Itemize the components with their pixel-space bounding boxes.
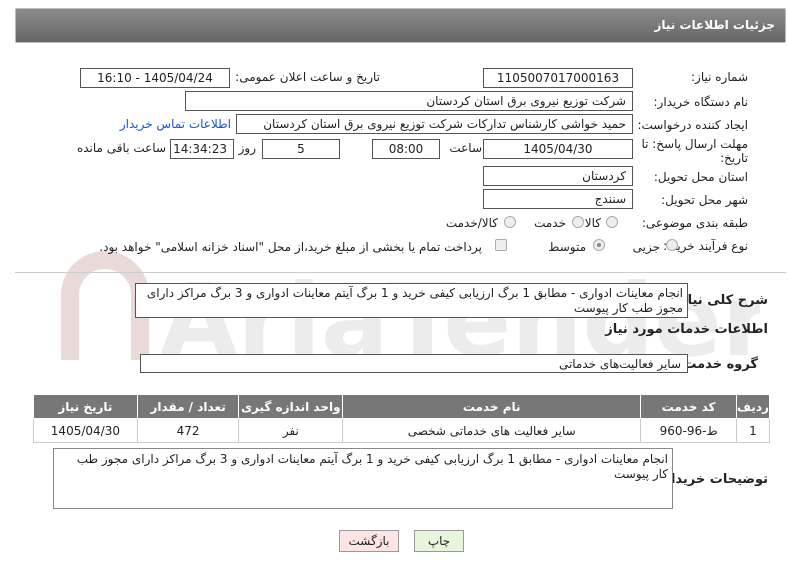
category-option-service: خدمت [534,216,566,230]
cell-service-name: سایر فعالیت های خدماتی شخصی [342,418,642,443]
process-option-minor: جزیی [632,240,660,254]
announce-field: 1405/04/24 - 16:10 [80,68,230,88]
services-section-title: اطلاعات خدمات مورد نیاز [605,322,768,337]
buyer-org-label: نام دستگاه خریدار: [653,95,749,109]
category-radio-service[interactable] [572,216,584,228]
services-table: ردیف کد خدمت نام خدمت واحد اندازه گیری ت… [33,394,771,443]
col-row-number: ردیف [735,394,771,419]
need-number-label: شماره نیاز: [691,70,748,84]
category-label: طبقه بندی موضوعی: [641,216,748,230]
category-radio-goods-service[interactable] [504,216,516,228]
contact-buyer-link[interactable]: اطلاعات تماس خریدار [120,117,231,131]
process-option-medium: متوسط [548,240,586,254]
buyer-notes-label: توضیحات خریدار: [658,472,768,487]
payment-note: پرداخت تمام یا بخشی از مبلغ خرید،از محل … [99,240,482,254]
deadline-label-2: تاریخ: [720,151,748,165]
city-field: سنندج [483,189,633,209]
category-option-goods: کالا [584,216,601,230]
category-radio-goods[interactable] [606,216,618,228]
col-quantity: تعداد / مقدار [136,394,240,419]
remaining-time-field: 14:34:23 [170,139,234,159]
col-need-date: تاریخ نیاز [33,394,138,419]
summary-text: انجام معاینات ادواری - مطابق 1 برگ ارزیا… [135,283,688,318]
days-field: 5 [262,139,340,159]
deadline-time-field: 08:00 [372,139,440,159]
cell-unit: نفر [238,418,344,443]
service-group-label: گروه خدمت: [678,357,758,372]
divider [15,272,786,273]
process-radio-minor[interactable] [666,239,678,251]
table-row: 1 ط-96-960 سایر فعالیت های خدماتی شخصی ن… [33,418,771,443]
header-panel: جزئیات اطلاعات نیاز [15,8,786,43]
process-radio-medium[interactable] [593,239,605,251]
province-field: کردستان [483,166,633,186]
requester-field: حمید خواشی کارشناس تدارکات شرکت توزیع نی… [236,114,633,134]
announce-label: تاریخ و ساعت اعلان عمومی: [235,70,380,84]
col-unit: واحد اندازه گیری [238,394,344,419]
deadline-label-1: مهلت ارسال پاسخ: تا [641,137,748,151]
buyer-org-field: شرکت توزیع نیروی برق استان کردستان [185,91,633,111]
service-group-field: سایر فعالیت‌های خدماتی [140,354,688,373]
time-label: ساعت [449,141,482,155]
col-service-code: کد خدمت [640,394,737,419]
cell-row-number: 1 [735,418,771,443]
province-label: استان محل تحویل: [653,170,748,184]
cell-service-code: ط-96-960 [640,418,737,443]
cell-quantity: 472 [136,418,240,443]
city-label: شهر محل تحویل: [661,193,748,207]
need-number-field: 1105007017000163 [483,68,633,88]
cell-need-date: 1405/04/30 [33,418,138,443]
deadline-date-field: 1405/04/30 [483,139,633,159]
remaining-label: ساعت باقی مانده [76,141,166,155]
treasury-payment-checkbox[interactable] [495,239,507,251]
back-button[interactable]: بازگشت [339,530,399,552]
table-header-row: ردیف کد خدمت نام خدمت واحد اندازه گیری ت… [33,394,771,419]
buyer-notes-textarea[interactable]: انجام معاینات ادواری - مطابق 1 برگ ارزیا… [53,448,673,509]
requester-label: ایجاد کننده درخواست: [637,118,748,132]
summary-label: شرح کلی نیاز: [674,293,768,308]
print-button[interactable]: چاپ [414,530,464,552]
category-option-goods-service: کالا/خدمت [445,216,498,230]
page-title: جزئیات اطلاعات نیاز [16,9,785,42]
col-service-name: نام خدمت [342,394,642,419]
